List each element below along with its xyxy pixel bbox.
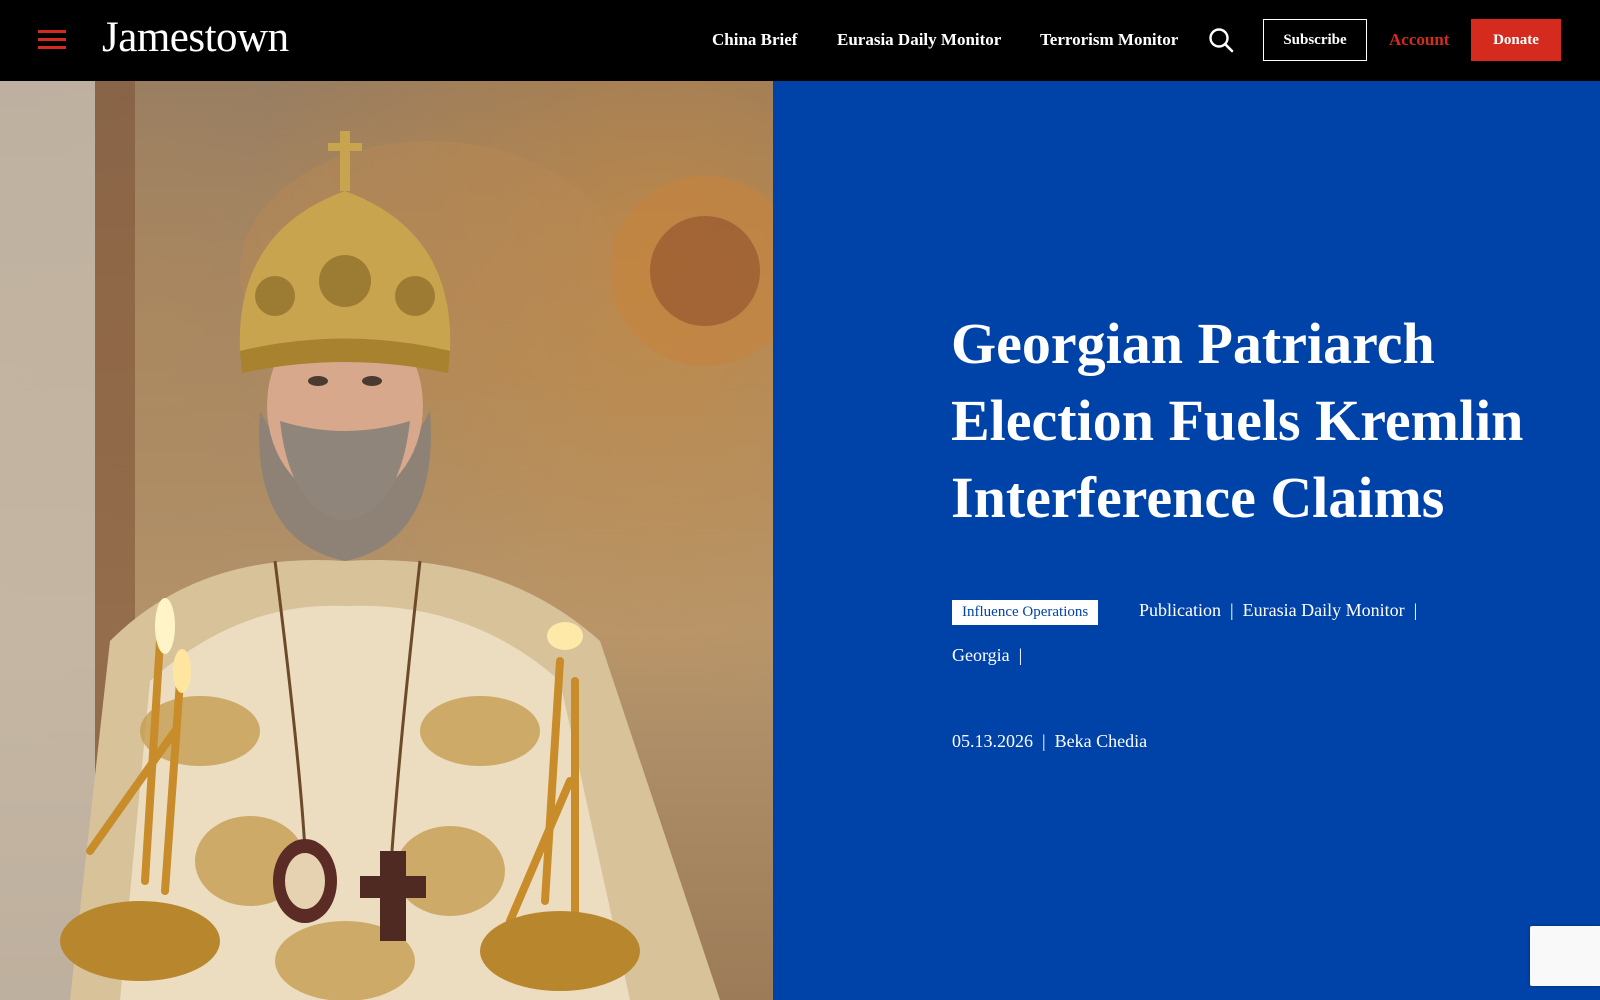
donate-button[interactable]: Donate bbox=[1471, 19, 1561, 61]
meta-georgia-link[interactable]: Georgia bbox=[952, 645, 1010, 665]
headline-line: Georgian Patriarch bbox=[951, 311, 1435, 376]
article-taxonomy: Publication | Eurasia Daily Monitor | bbox=[1139, 600, 1426, 621]
site-header: Jamestown China Brief Eurasia Daily Moni… bbox=[0, 0, 1600, 81]
headline-line: Election Fuels Kremlin bbox=[951, 388, 1524, 453]
meta-edm-link[interactable]: Eurasia Daily Monitor bbox=[1243, 600, 1405, 620]
meta-publication-link[interactable]: Publication bbox=[1139, 600, 1221, 620]
article-header-panel bbox=[773, 81, 1600, 1000]
topic-tag[interactable]: Influence Operations bbox=[952, 600, 1099, 625]
account-link[interactable]: Account bbox=[1389, 30, 1449, 50]
nav-eurasia-daily-monitor[interactable]: Eurasia Daily Monitor bbox=[837, 30, 1001, 50]
separator: | bbox=[1018, 645, 1023, 665]
separator: | bbox=[1230, 600, 1234, 620]
search-icon[interactable] bbox=[1208, 27, 1234, 53]
subscribe-button[interactable]: Subscribe bbox=[1263, 19, 1367, 61]
publish-date: 05.13.2026 bbox=[952, 731, 1033, 751]
headline-line: Interference Claims bbox=[951, 465, 1445, 530]
hamburger-menu-icon[interactable] bbox=[38, 28, 66, 50]
nav-terrorism-monitor[interactable]: Terrorism Monitor bbox=[1040, 30, 1178, 50]
separator: | bbox=[1042, 731, 1046, 751]
separator: | bbox=[1413, 600, 1418, 620]
recaptcha-badge[interactable] bbox=[1530, 926, 1600, 986]
article-headline: Georgian Patriarch Election Fuels Kremli… bbox=[951, 305, 1551, 536]
nav-china-brief[interactable]: China Brief bbox=[712, 30, 797, 50]
article-region: Georgia | bbox=[952, 645, 1031, 666]
hero-image bbox=[0, 81, 773, 1000]
author-link[interactable]: Beka Chedia bbox=[1055, 731, 1147, 751]
article-byline: 05.13.2026 | Beka Chedia bbox=[952, 731, 1147, 752]
site-logo[interactable]: Jamestown bbox=[102, 10, 289, 66]
